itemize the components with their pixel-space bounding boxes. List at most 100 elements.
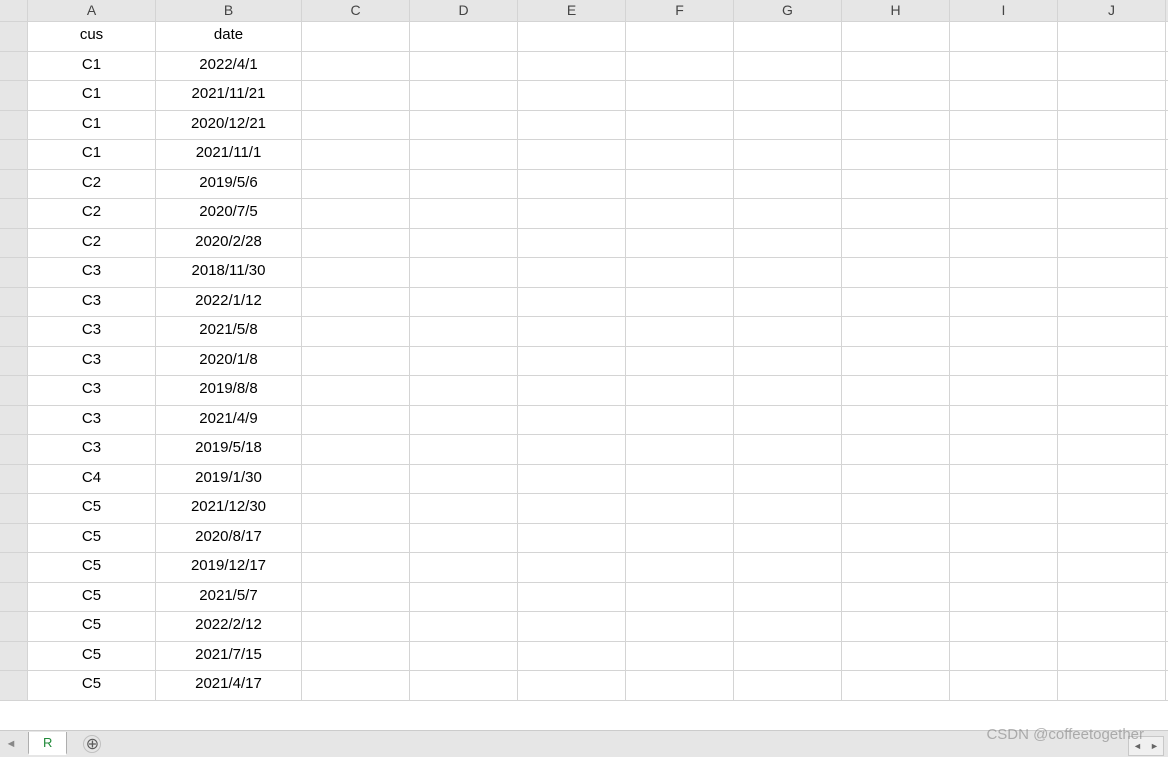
cell-F-22[interactable] [626, 642, 734, 672]
cell-D-23[interactable] [410, 671, 518, 701]
row-header[interactable] [0, 111, 28, 141]
cell-G-22[interactable] [734, 642, 842, 672]
cell-G-5[interactable] [734, 140, 842, 170]
horizontal-scroll-buttons[interactable]: ◄ ► [1128, 736, 1164, 756]
cell-H-5[interactable] [842, 140, 950, 170]
cell-H-3[interactable] [842, 81, 950, 111]
cell-B-17[interactable]: 2021/12/30 [156, 494, 302, 524]
row-header[interactable] [0, 671, 28, 701]
cell-I-17[interactable] [950, 494, 1058, 524]
cell-A-3[interactable]: C1 [28, 81, 156, 111]
cell-A-5[interactable]: C1 [28, 140, 156, 170]
cell-D-17[interactable] [410, 494, 518, 524]
cell-D-2[interactable] [410, 52, 518, 82]
row-header[interactable] [0, 347, 28, 377]
cell-I-11[interactable] [950, 317, 1058, 347]
column-header-c[interactable]: C [302, 0, 410, 22]
cell-C-6[interactable] [302, 170, 410, 200]
cell-A-15[interactable]: C3 [28, 435, 156, 465]
cell-H-2[interactable] [842, 52, 950, 82]
column-header-h[interactable]: H [842, 0, 950, 22]
cell-H-6[interactable] [842, 170, 950, 200]
cell-B-12[interactable]: 2020/1/8 [156, 347, 302, 377]
cell-A-7[interactable]: C2 [28, 199, 156, 229]
cell-B-8[interactable]: 2020/2/28 [156, 229, 302, 259]
cell-J-21[interactable] [1058, 612, 1166, 642]
cell-G-12[interactable] [734, 347, 842, 377]
cell-E-8[interactable] [518, 229, 626, 259]
cell-A-17[interactable]: C5 [28, 494, 156, 524]
cell-G-11[interactable] [734, 317, 842, 347]
cell-G-23[interactable] [734, 671, 842, 701]
cell-G-4[interactable] [734, 111, 842, 141]
cell-I-14[interactable] [950, 406, 1058, 436]
cell-I-18[interactable] [950, 524, 1058, 554]
cell-A-4[interactable]: C1 [28, 111, 156, 141]
cell-F-6[interactable] [626, 170, 734, 200]
cell-I-7[interactable] [950, 199, 1058, 229]
row-header[interactable] [0, 229, 28, 259]
cell-C-21[interactable] [302, 612, 410, 642]
row-header[interactable] [0, 406, 28, 436]
cell-B-22[interactable]: 2021/7/15 [156, 642, 302, 672]
sheet-tab-r[interactable]: R [28, 732, 67, 755]
cell-A-13[interactable]: C3 [28, 376, 156, 406]
column-header-b[interactable]: B [156, 0, 302, 22]
cell-I-3[interactable] [950, 81, 1058, 111]
row-header[interactable] [0, 140, 28, 170]
row-header[interactable] [0, 612, 28, 642]
scroll-left-icon[interactable]: ◄ [1133, 741, 1142, 751]
cell-A-19[interactable]: C5 [28, 553, 156, 583]
cell-A-10[interactable]: C3 [28, 288, 156, 318]
cell-A-12[interactable]: C3 [28, 347, 156, 377]
cell-F-9[interactable] [626, 258, 734, 288]
cell-H-8[interactable] [842, 229, 950, 259]
cell-J-2[interactable] [1058, 52, 1166, 82]
cell-C-12[interactable] [302, 347, 410, 377]
cell-F-4[interactable] [626, 111, 734, 141]
cell-D-10[interactable] [410, 288, 518, 318]
cell-D-7[interactable] [410, 199, 518, 229]
cell-A-16[interactable]: C4 [28, 465, 156, 495]
cell-I-4[interactable] [950, 111, 1058, 141]
cell-J-20[interactable] [1058, 583, 1166, 613]
cell-J-14[interactable] [1058, 406, 1166, 436]
cell-A-1[interactable]: cus [28, 22, 156, 52]
cell-E-19[interactable] [518, 553, 626, 583]
cell-F-16[interactable] [626, 465, 734, 495]
cell-I-10[interactable] [950, 288, 1058, 318]
cell-D-22[interactable] [410, 642, 518, 672]
cell-E-16[interactable] [518, 465, 626, 495]
cell-H-1[interactable] [842, 22, 950, 52]
cell-E-11[interactable] [518, 317, 626, 347]
row-header[interactable] [0, 52, 28, 82]
cell-J-13[interactable] [1058, 376, 1166, 406]
cell-A-14[interactable]: C3 [28, 406, 156, 436]
row-header[interactable] [0, 199, 28, 229]
cell-G-20[interactable] [734, 583, 842, 613]
cell-G-8[interactable] [734, 229, 842, 259]
cell-C-16[interactable] [302, 465, 410, 495]
cell-B-7[interactable]: 2020/7/5 [156, 199, 302, 229]
cell-D-4[interactable] [410, 111, 518, 141]
cell-G-21[interactable] [734, 612, 842, 642]
cell-A-23[interactable]: C5 [28, 671, 156, 701]
cell-H-16[interactable] [842, 465, 950, 495]
cell-E-15[interactable] [518, 435, 626, 465]
cell-H-23[interactable] [842, 671, 950, 701]
cell-B-13[interactable]: 2019/8/8 [156, 376, 302, 406]
cell-F-11[interactable] [626, 317, 734, 347]
cell-G-6[interactable] [734, 170, 842, 200]
cell-F-8[interactable] [626, 229, 734, 259]
cell-B-11[interactable]: 2021/5/8 [156, 317, 302, 347]
tab-prev-arrow[interactable]: ◄ [0, 738, 22, 750]
cell-D-1[interactable] [410, 22, 518, 52]
grid[interactable]: ABCDEFGHIJcusdateC12022/4/1C12021/11/21C… [0, 0, 1168, 701]
cell-B-21[interactable]: 2022/2/12 [156, 612, 302, 642]
cell-F-1[interactable] [626, 22, 734, 52]
cell-B-1[interactable]: date [156, 22, 302, 52]
cell-F-20[interactable] [626, 583, 734, 613]
cell-F-5[interactable] [626, 140, 734, 170]
cell-E-12[interactable] [518, 347, 626, 377]
cell-A-8[interactable]: C2 [28, 229, 156, 259]
